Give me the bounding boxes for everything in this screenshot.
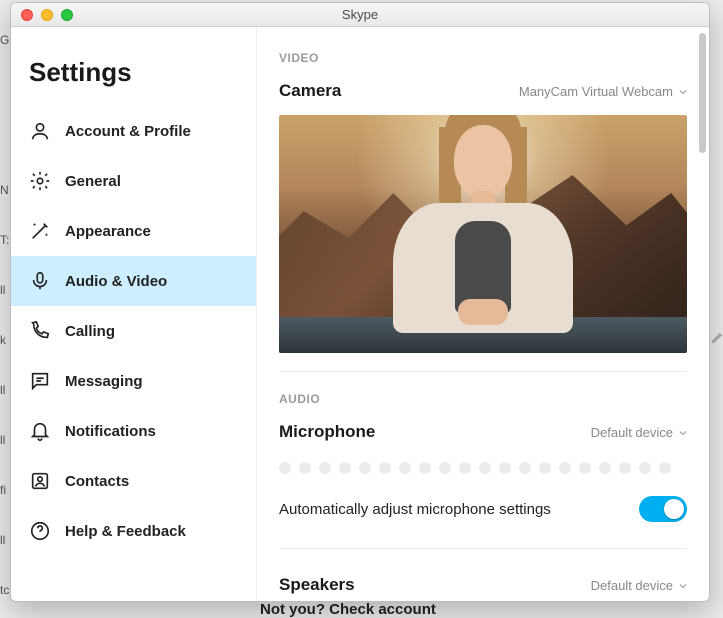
sidebar-item-notifications[interactable]: Notifications [11, 406, 256, 456]
sidebar-item-label: Audio & Video [65, 273, 167, 290]
scrollbar[interactable] [699, 33, 706, 153]
divider [279, 548, 687, 549]
video-section-label: VIDEO [279, 51, 687, 65]
help-icon [29, 520, 51, 542]
background-partial-text: GNT:llkllllfilltcll [0, 0, 10, 618]
phone-icon [29, 320, 51, 342]
wand-icon [29, 220, 51, 242]
speakers-value: Default device [591, 578, 673, 593]
settings-heading: Settings [11, 57, 256, 106]
settings-sidebar: Settings Account & Profile General Appea… [11, 27, 257, 601]
chevron-down-icon [677, 427, 687, 437]
sidebar-item-label: Messaging [65, 373, 143, 390]
camera-preview [279, 115, 687, 353]
window-title: Skype [11, 7, 709, 22]
speaker-volume-ticks: 012345678910 [279, 599, 687, 601]
chevron-down-icon [677, 86, 687, 96]
microphone-icon [29, 270, 51, 292]
microphone-label: Microphone [279, 422, 375, 442]
divider [279, 371, 687, 372]
sidebar-item-label: Appearance [65, 223, 151, 240]
camera-label: Camera [279, 81, 341, 101]
settings-window: Skype Settings Account & Profile General [10, 2, 710, 602]
sidebar-item-label: Contacts [65, 473, 129, 490]
sidebar-item-label: Help & Feedback [65, 523, 186, 540]
sidebar-item-appearance[interactable]: Appearance [11, 206, 256, 256]
sidebar-item-general[interactable]: General [11, 156, 256, 206]
sidebar-item-messaging[interactable]: Messaging [11, 356, 256, 406]
audio-section-label: AUDIO [279, 392, 687, 406]
camera-value: ManyCam Virtual Webcam [519, 84, 673, 99]
microphone-level-meter [279, 456, 687, 492]
sidebar-item-audio-video[interactable]: Audio & Video [11, 256, 256, 306]
bell-icon [29, 420, 51, 442]
chat-icon [29, 370, 51, 392]
auto-adjust-label: Automatically adjust microphone settings [279, 501, 551, 518]
speakers-select[interactable]: Default device [591, 578, 687, 593]
camera-select[interactable]: ManyCam Virtual Webcam [519, 84, 687, 99]
microphone-value: Default device [591, 425, 673, 440]
sidebar-item-label: Calling [65, 323, 115, 340]
sidebar-item-label: General [65, 173, 121, 190]
sidebar-item-contacts[interactable]: Contacts [11, 456, 256, 506]
speakers-label: Speakers [279, 575, 355, 595]
background-prompt: Not you? Check account [260, 601, 436, 618]
auto-adjust-toggle[interactable] [639, 496, 687, 522]
sidebar-item-calling[interactable]: Calling [11, 306, 256, 356]
contacts-icon [29, 470, 51, 492]
titlebar: Skype [11, 3, 709, 27]
person-icon [29, 120, 51, 142]
chevron-down-icon [677, 580, 687, 590]
gear-icon [29, 170, 51, 192]
microphone-select[interactable]: Default device [591, 425, 687, 440]
sidebar-item-account[interactable]: Account & Profile [11, 106, 256, 156]
sidebar-item-label: Account & Profile [65, 123, 191, 140]
settings-content: VIDEO Camera ManyCam Virtual Webcam [257, 27, 709, 601]
sidebar-item-label: Notifications [65, 423, 156, 440]
sidebar-item-help[interactable]: Help & Feedback [11, 506, 256, 556]
pencil-icon [711, 330, 723, 350]
